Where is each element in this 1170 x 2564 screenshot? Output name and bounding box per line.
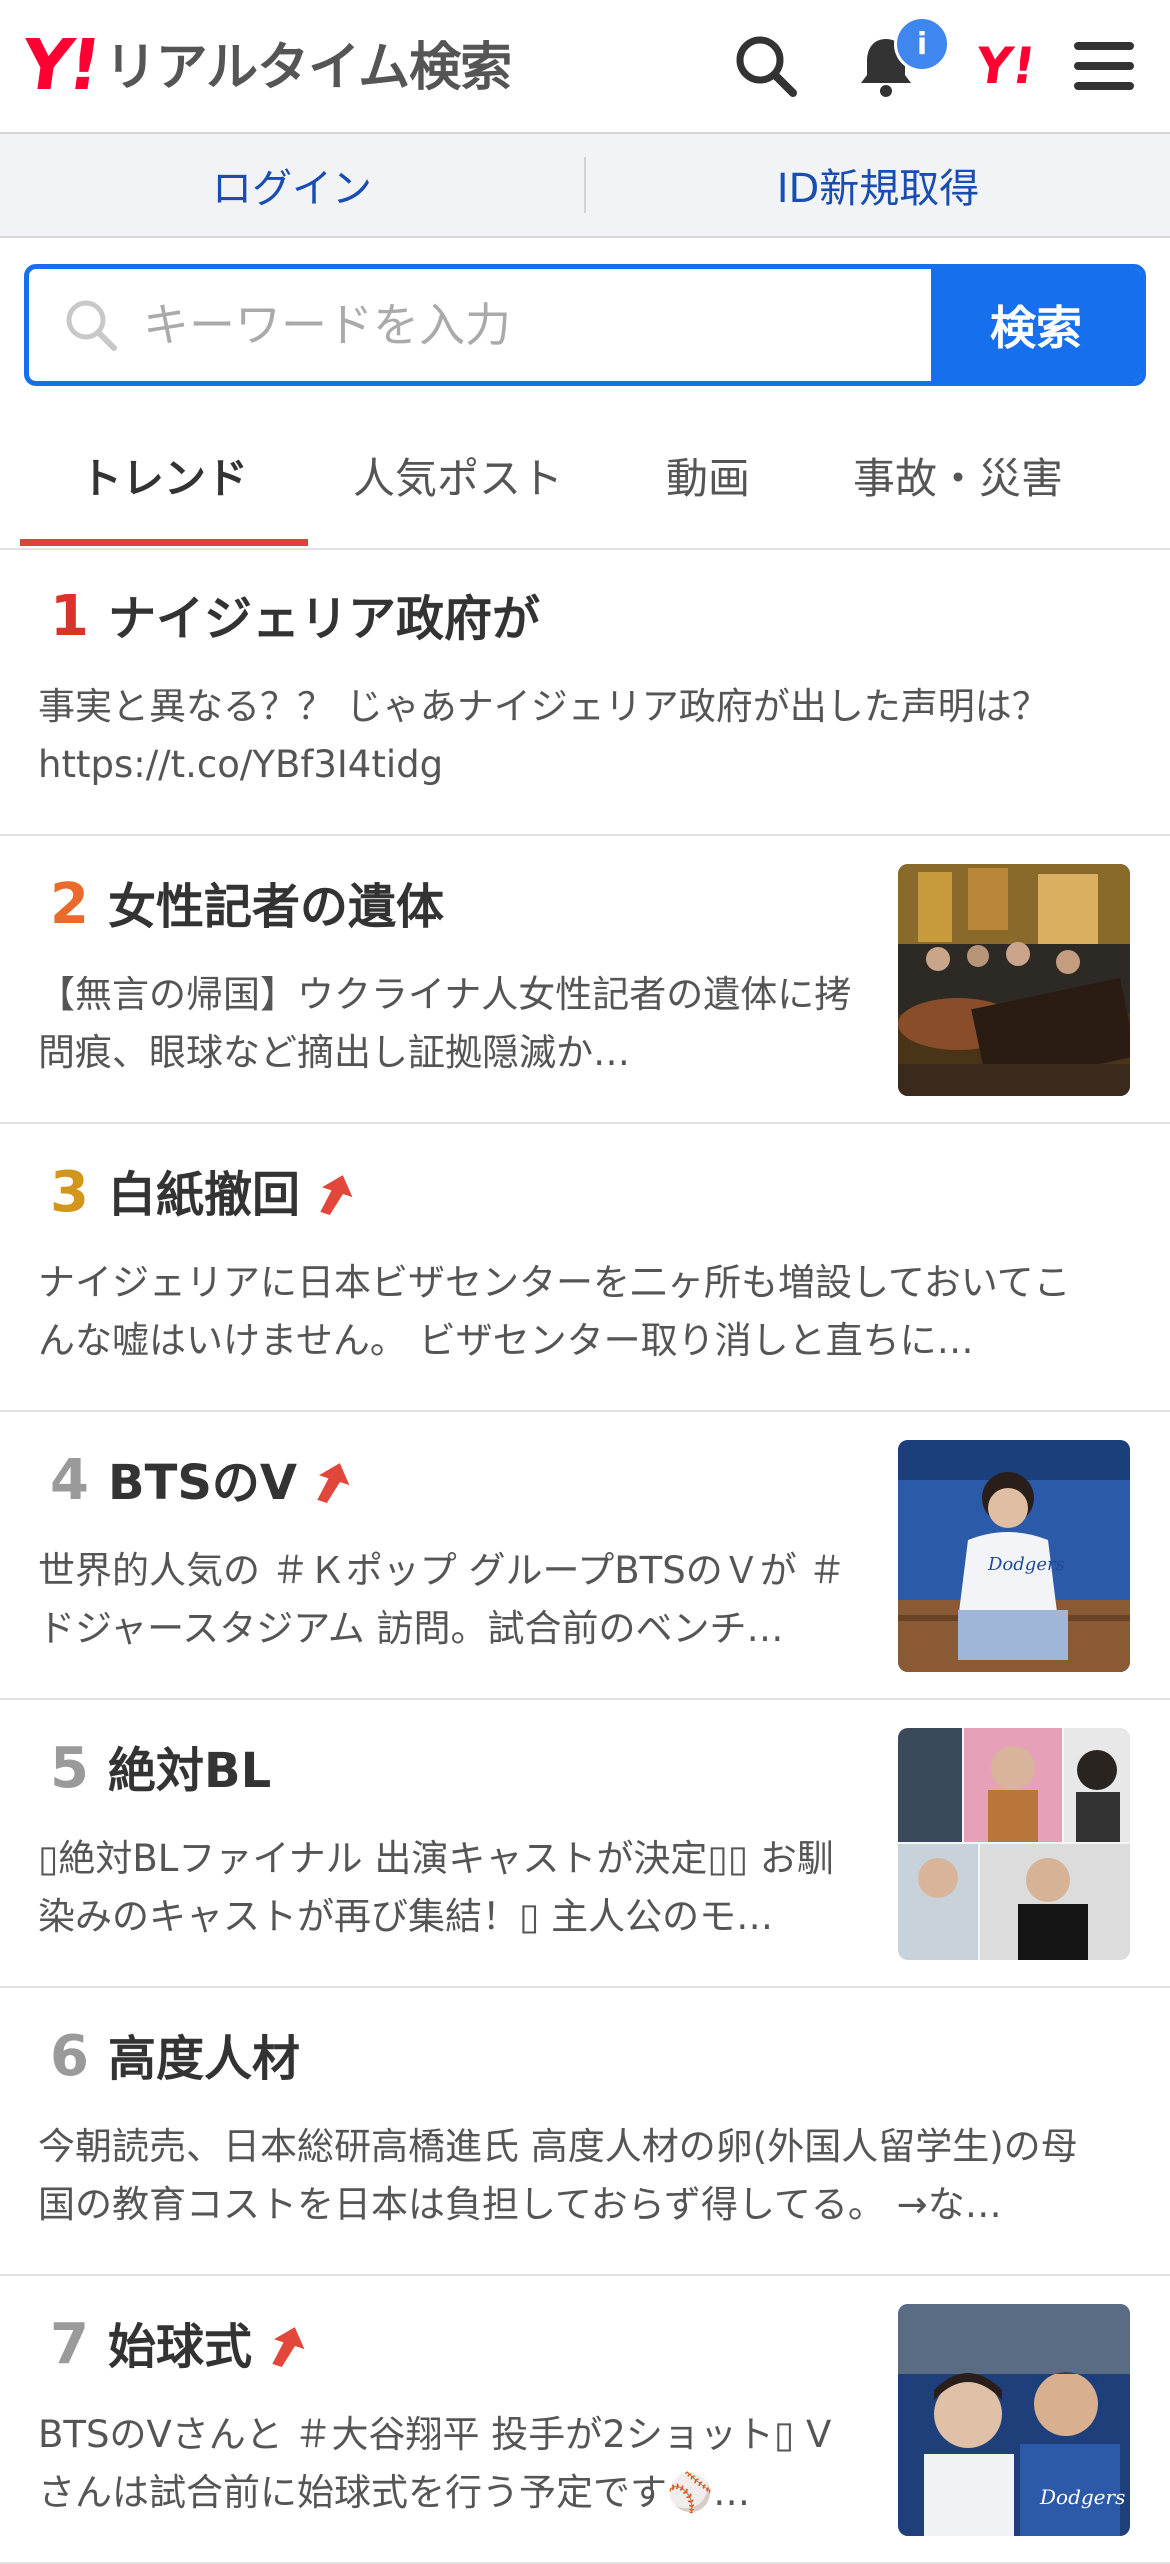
rising-arrow-icon — [317, 1463, 350, 1504]
yahoo-mini-logo: Y! — [972, 37, 1040, 95]
tab-popular-posts[interactable]: 人気ポスト — [308, 404, 608, 546]
tab-videos[interactable]: 動画 — [608, 404, 808, 546]
trend-title: 始球式 — [108, 2316, 306, 2378]
trend-thumbnail[interactable] — [898, 864, 1130, 1096]
trend-description: 今朝読売、日本総研高橋進氏 高度人材の卵(外国人留学生)の母国の教育コストを日本… — [38, 2125, 1078, 2226]
search-icon[interactable] — [726, 26, 806, 106]
yahoo-realtime-logo[interactable]: Y! リアルタイム検索 — [16, 24, 512, 106]
category-tabs: トレンド 人気ポスト 動画 事故・災害 — [0, 404, 1170, 550]
trend-title-text: 始球式 — [108, 2319, 253, 2375]
app-header: Y! リアルタイム検索 i Y! — [0, 0, 1170, 134]
hamburger-menu-icon[interactable] — [1064, 26, 1144, 106]
trend-rank: 7 — [50, 2312, 89, 2377]
rising-arrow-icon — [320, 1175, 353, 1216]
trend-title: ナイジェリア政府が — [108, 588, 540, 650]
rising-arrow-icon — [272, 2327, 305, 2368]
trend-description: 事実と異なる？？ じゃあナイジェリア政府が出した声明は？ https://t.c… — [38, 685, 1049, 786]
trend-title-text: ナイジェリア政府が — [108, 591, 541, 647]
trend-title-text: 絶対BL — [108, 1743, 272, 1799]
trend-rank: 4 — [50, 1448, 89, 1513]
login-link[interactable]: ログイン — [0, 134, 584, 236]
search-input[interactable] — [141, 297, 931, 353]
logo-title: リアルタイム検索 — [104, 38, 512, 98]
trend-description: 【無言の帰国】ウクライナ人女性記者の遺体に拷問痕、眼球など摘出し証拠隠滅か… — [38, 973, 852, 1074]
trend-title: BTSのV — [108, 1452, 351, 1514]
trend-rank: 3 — [50, 1160, 89, 1225]
trend-title-text: BTSのV — [108, 1455, 298, 1511]
trend-item[interactable]: 6 高度人材 今朝読売、日本総研高橋進氏 高度人材の卵(外国人留学生)の母国の教… — [0, 1988, 1170, 2276]
trend-list: 1 ナイジェリア政府が 事実と異なる？？ じゃあナイジェリア政府が出した声明は？… — [0, 548, 1170, 2564]
trend-item[interactable]: 2 女性記者の遺体 【無言の帰国】ウクライナ人女性記者の遺体に拷問痕、眼球など摘… — [0, 836, 1170, 1124]
trend-title-text: 女性記者の遺体 — [108, 879, 445, 935]
trend-title: 絶対BL — [108, 1740, 271, 1802]
search-field — [29, 269, 931, 381]
trend-item[interactable]: 7 始球式 BTSのVさんと ＃大谷翔平 投手が2ショット▯ Vさんは試合前に始… — [0, 2276, 1170, 2564]
tab-accidents-disasters[interactable]: 事故・災害 — [808, 404, 1108, 546]
trend-description: ▯絶対BLファイナル 出演キャストが決定▯▯ お馴染みのキャストが再び集結！▯ … — [38, 1837, 834, 1938]
trend-title-text: 白紙撤回 — [108, 1167, 301, 1223]
trend-item[interactable]: 1 ナイジェリア政府が 事実と異なる？？ じゃあナイジェリア政府が出した声明は？… — [0, 548, 1170, 836]
yahoo-top-link[interactable]: Y! — [966, 26, 1046, 106]
trend-description: BTSのVさんと ＃大谷翔平 投手が2ショット▯ Vさんは試合前に始球式を行う予… — [38, 2413, 832, 2514]
trend-title-text: 高度人材 — [108, 2031, 301, 2087]
search-form: 検索 — [24, 264, 1146, 386]
trend-rank: 1 — [50, 584, 89, 649]
trend-rank: 5 — [50, 1736, 89, 1801]
trend-thumbnail[interactable]: Dodgers — [898, 1440, 1130, 1672]
trend-item[interactable]: 3 白紙撤回 ナイジェリアに日本ビザセンターを二ヶ所も増設しておいてこんな嘘はい… — [0, 1124, 1170, 1412]
trend-title: 女性記者の遺体 — [108, 876, 444, 938]
notification-badge: i — [894, 16, 950, 72]
search-field-icon — [59, 293, 123, 357]
svg-text:Dodgers: Dodgers — [987, 1554, 1065, 1575]
trend-item[interactable]: 5 絶対BL ▯絶対BLファイナル 出演キャストが決定▯▯ お馴染みのキャストが… — [0, 1700, 1170, 1988]
trend-item[interactable]: 4 BTSのV 世界的人気の ＃Ｋポップ グループBTSのＶが ＃ドジャースタジ… — [0, 1412, 1170, 1700]
trend-thumbnail[interactable]: Dodgers — [898, 2304, 1130, 2536]
trend-title: 高度人材 — [108, 2028, 300, 2090]
trend-title: 白紙撤回 — [108, 1164, 354, 1226]
tab-trend[interactable]: トレンド — [20, 404, 308, 546]
svg-text:Dodgers: Dodgers — [1039, 2485, 1125, 2509]
trend-thumbnail[interactable] — [898, 1728, 1130, 1960]
trend-rank: 2 — [50, 872, 89, 937]
trend-rank: 6 — [50, 2024, 89, 2089]
search-button[interactable]: 検索 — [931, 269, 1141, 381]
trend-description: ナイジェリアに日本ビザセンターを二ヶ所も増設しておいてこんな嘘はいけません。 ビ… — [38, 1261, 1071, 1362]
trend-description: 世界的人気の ＃Ｋポップ グループBTSのＶが ＃ドジャースタジアム 訪問。試合… — [38, 1549, 846, 1650]
yahoo-logo-mark: Y! — [16, 24, 103, 106]
account-bar: ログイン ID新規取得 — [0, 134, 1170, 238]
signup-link[interactable]: ID新規取得 — [586, 134, 1170, 236]
